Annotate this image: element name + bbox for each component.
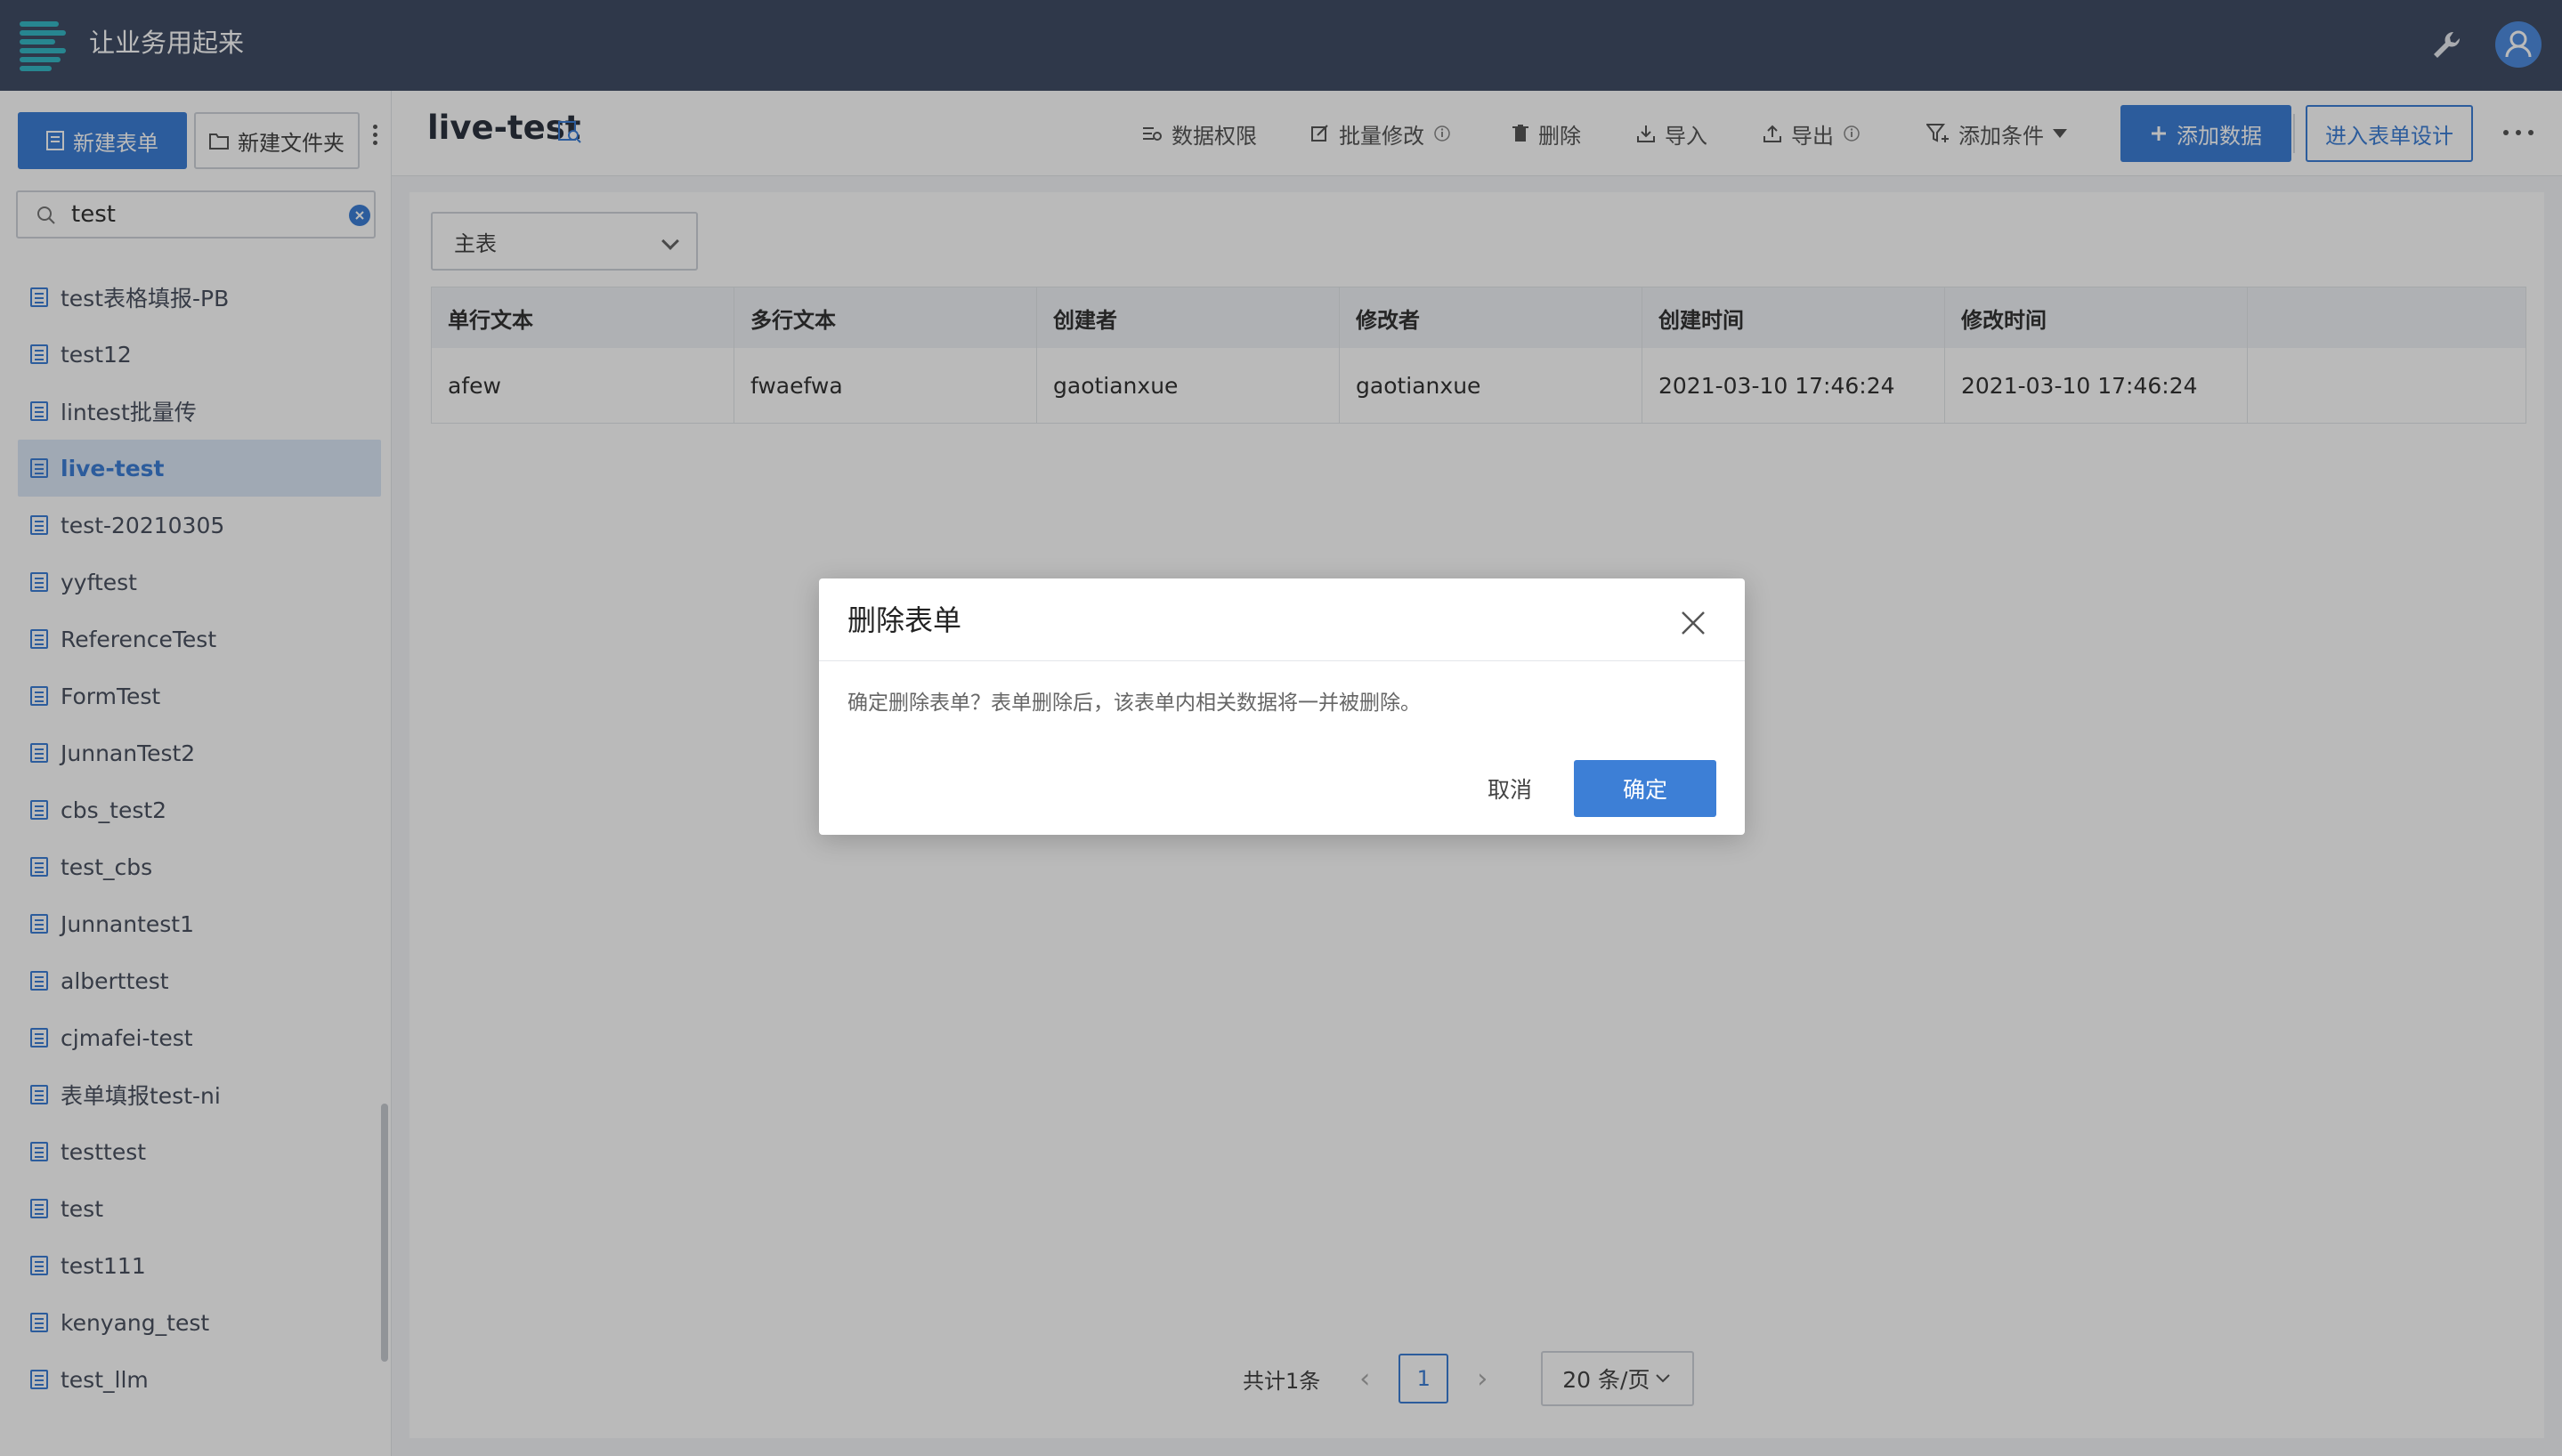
dialog-title: 删除表单 <box>847 603 962 637</box>
cancel-button[interactable]: 取消 <box>1456 760 1563 817</box>
dialog-message: 确定删除表单？表单删除后，该表单内相关数据将一并被删除。 <box>847 692 1421 715</box>
confirm-button[interactable]: 确定 <box>1574 760 1716 817</box>
dialog-divider <box>819 660 1745 661</box>
close-icon[interactable] <box>1679 609 1707 637</box>
delete-form-dialog: 删除表单 确定删除表单？表单删除后，该表单内相关数据将一并被删除。 取消 确定 <box>819 578 1745 835</box>
